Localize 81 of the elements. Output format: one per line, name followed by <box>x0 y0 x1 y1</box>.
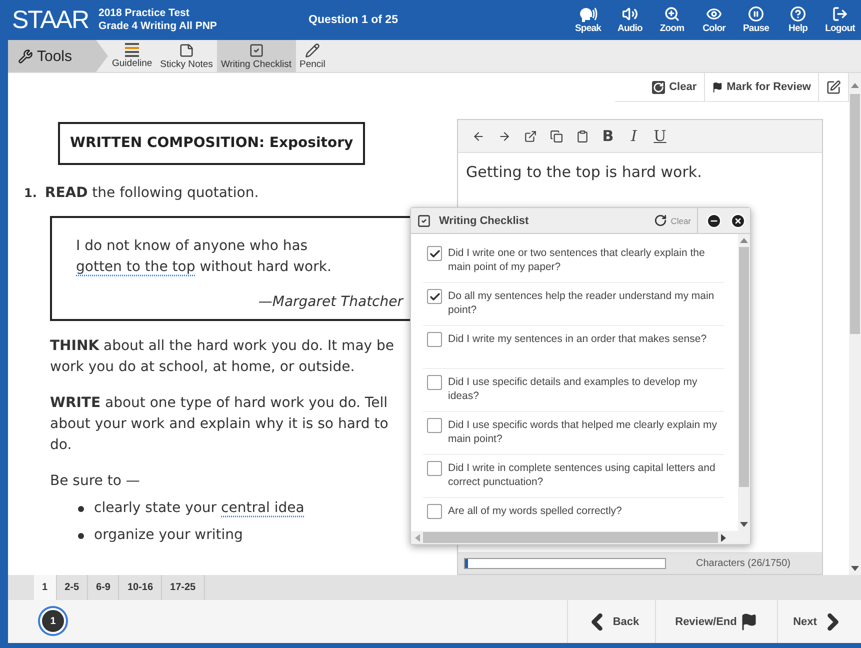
checkbox-icon <box>417 214 431 228</box>
check-icon <box>428 248 440 260</box>
right-arrow-icon <box>498 130 510 142</box>
logout-icon <box>832 6 848 22</box>
tool-button[interactable]: Guideline <box>108 40 156 72</box>
note-icon <box>179 42 194 58</box>
checklist-item-text: Are all of my words spelled correctly? <box>448 504 622 519</box>
tool-button[interactable]: Sticky Notes <box>156 40 217 72</box>
underline-button[interactable]: U <box>650 125 670 147</box>
page-tab[interactable]: 1 <box>34 575 57 600</box>
eye-icon <box>706 6 722 22</box>
horizontal-scrollbar[interactable] <box>411 531 750 544</box>
question-counter: Question 1 of 25 <box>308 14 398 26</box>
checkbox[interactable] <box>427 246 442 261</box>
flag-icon <box>740 612 758 630</box>
checklist-item-text: Did I write my sentences in an order that makes sense? <box>448 332 707 347</box>
checkbox-icon <box>248 42 264 58</box>
prompt-text: READ the following quotation. <box>44 184 259 203</box>
checkbox[interactable] <box>427 504 442 519</box>
checklist-item-text: Did I use specific details and examples to develop my ideas? <box>448 375 698 404</box>
speaker-icon <box>622 6 638 22</box>
question-indicator[interactable]: 1 <box>40 608 66 634</box>
question-number: 1. <box>24 185 37 202</box>
edit-icon <box>826 80 841 94</box>
bullet-icon <box>78 506 84 512</box>
instruction-paragraph: Be sure to — <box>50 472 141 491</box>
header-tool-button[interactable]: Color <box>695 6 733 34</box>
tools-tab[interactable]: Tools <box>8 40 108 72</box>
header-tool-button[interactable]: Logout <box>821 6 859 34</box>
copy-icon <box>550 130 562 142</box>
header-tool-button[interactable]: Pause <box>737 6 775 34</box>
instruction-paragraph: WRITE about one type of hard work you do. Tell about your work and explain why it is so hard to do. <box>50 394 390 455</box>
checklist-item-text: Did I write in complete sentences using capital letters and correct punctuation? <box>448 461 716 490</box>
checkbox[interactable] <box>427 289 442 304</box>
scrollbar[interactable] <box>738 234 750 531</box>
bold-button[interactable]: B <box>598 125 618 147</box>
pencil-icon <box>304 42 320 58</box>
minimize-icon[interactable] <box>706 212 722 228</box>
bullet-text: organize your writing <box>94 526 243 545</box>
checklist-item-text: Do all my sentences help the reader understand my main point? <box>448 289 716 318</box>
italic-button[interactable]: I <box>624 125 644 147</box>
reset-icon <box>654 214 667 227</box>
response-text[interactable]: Getting to the top is hard work. <box>466 163 702 181</box>
clipboard-icon <box>576 130 588 142</box>
close-icon[interactable] <box>730 212 746 228</box>
checkbox[interactable] <box>427 418 442 433</box>
bullet-text: clearly state your central idea <box>94 499 304 518</box>
checklist-item-text: Did I use specific words that helped me clearly explain my main point? <box>448 418 718 447</box>
wrench-icon <box>18 48 33 64</box>
checklist-item-text: Did I write one or two sentences that clearly explain the main point of my paper? <box>448 246 706 275</box>
header-tool-button[interactable]: Help <box>779 6 817 34</box>
flag-icon <box>712 82 723 92</box>
test-subtitle: Grade 4 Writing All PNP <box>98 20 218 33</box>
tool-button[interactable]: Writing Checklist <box>216 40 296 72</box>
lines-icon <box>124 43 140 57</box>
left-arrow-icon <box>472 130 484 142</box>
help-icon <box>790 6 806 22</box>
character-count: Characters (26/1750) <box>696 558 790 568</box>
checkbox[interactable] <box>427 375 442 390</box>
zoom-icon <box>664 6 680 22</box>
quotation-author: —Margaret Thatcher <box>257 293 403 312</box>
tool-button[interactable]: Pencil <box>296 40 330 72</box>
quotation-line: I do not know of anyone who has <box>76 237 309 256</box>
header-tool-button[interactable]: Audio <box>611 6 649 34</box>
header-tool-button[interactable]: Speak <box>569 6 607 34</box>
checklist-title: Writing Checklist <box>439 214 530 226</box>
reset-icon <box>652 80 666 94</box>
checkbox[interactable] <box>427 332 442 347</box>
check-icon <box>428 290 440 302</box>
checkbox[interactable] <box>427 461 442 476</box>
logo: STAAR <box>11 6 90 34</box>
scrollbar[interactable] <box>849 73 861 575</box>
test-name: 2018 Practice Test <box>98 7 190 20</box>
export-icon <box>524 130 536 142</box>
instruction-paragraph: THINK about all the hard work you do. It may be work you do at school, at home, or outside. <box>50 337 396 377</box>
quotation-line: gotten to the top without hard work. <box>76 258 332 277</box>
speaking-head-icon <box>578 6 598 22</box>
passage-heading: WRITTEN COMPOSITION: Expository <box>58 122 366 165</box>
header-tool-button[interactable]: Zoom <box>653 6 691 34</box>
bullet-icon <box>78 532 84 538</box>
pause-icon <box>748 6 764 22</box>
